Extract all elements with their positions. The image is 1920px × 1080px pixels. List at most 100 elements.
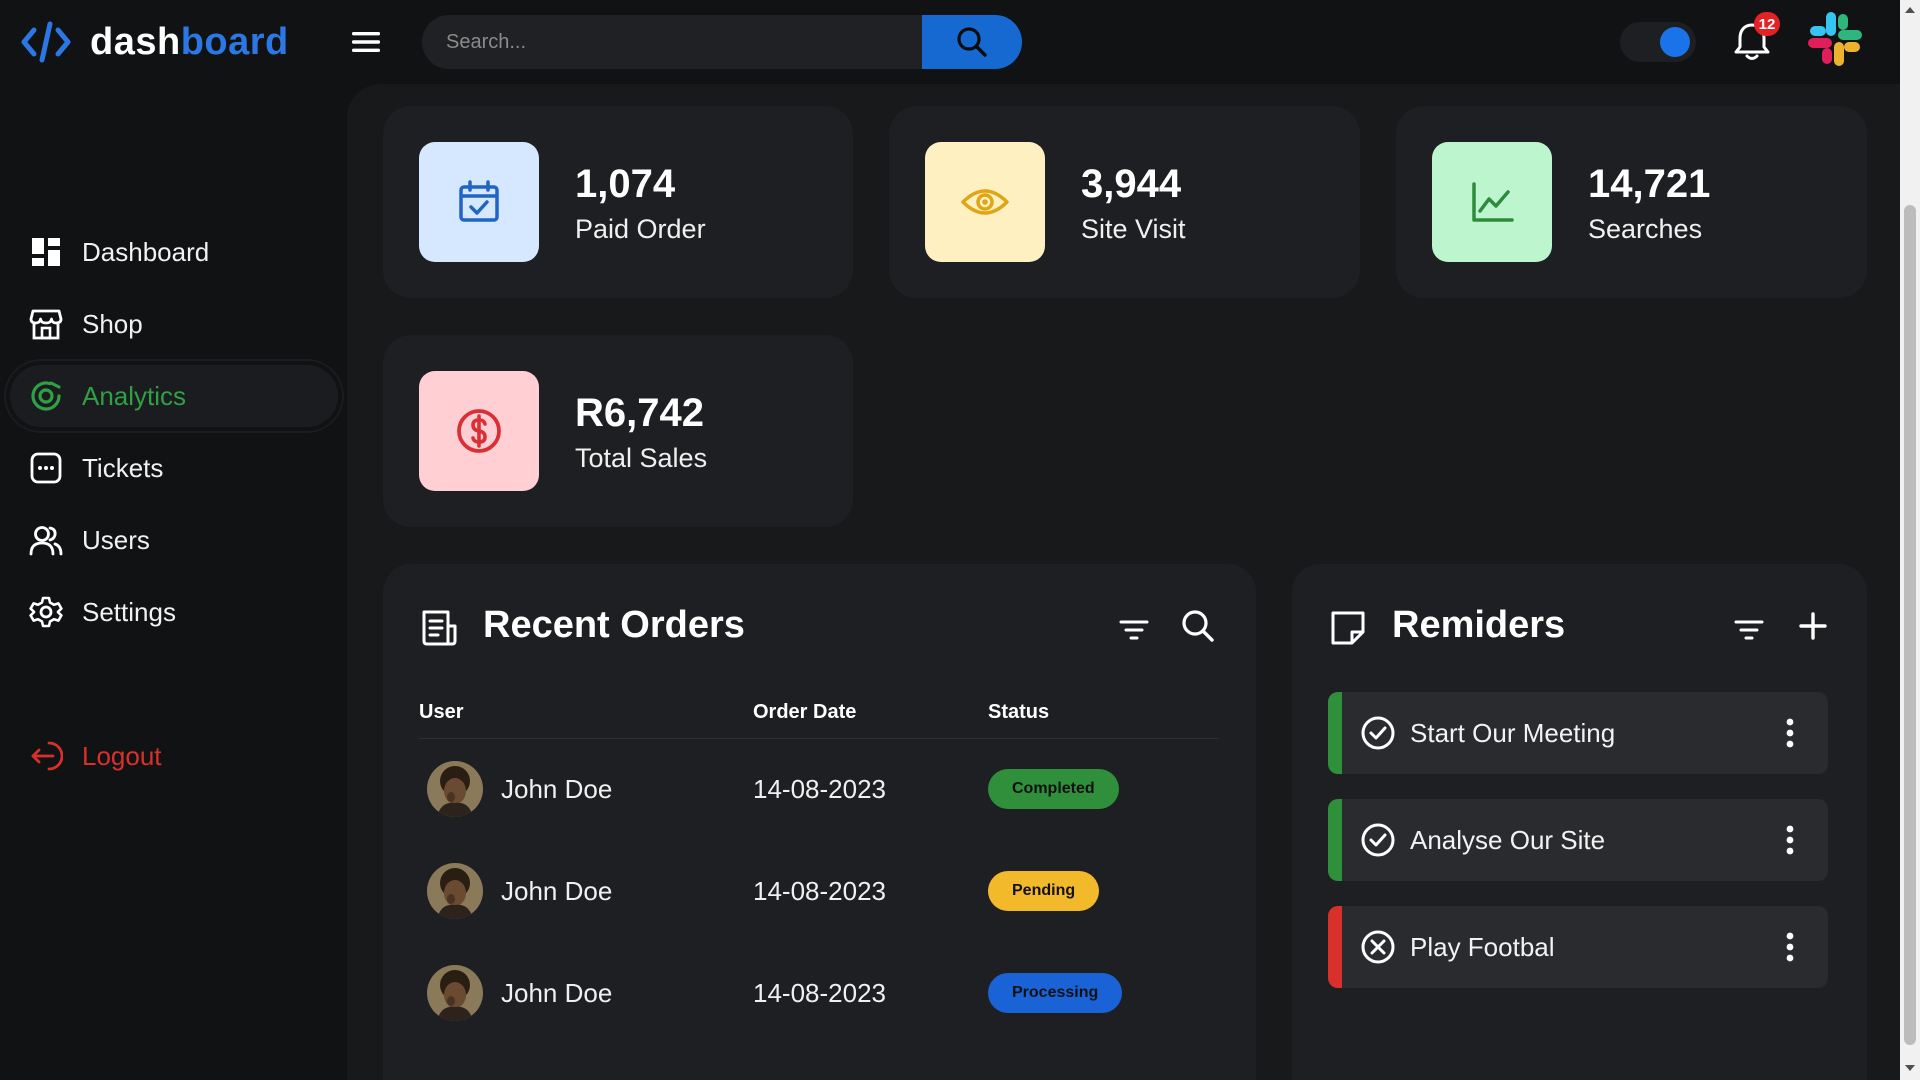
stat-value: 14,721 bbox=[1588, 162, 1711, 206]
stat-card-paid-order: 1,074 Paid Order bbox=[383, 106, 853, 298]
column-header-order-date: Order Date bbox=[753, 688, 988, 739]
orders-search-button[interactable] bbox=[1178, 606, 1218, 646]
table-row[interactable]: John Doe 14-08-2023 Processing bbox=[419, 942, 1219, 1044]
search-input[interactable] bbox=[422, 15, 922, 69]
brand-logo[interactable]: dashboard bbox=[20, 18, 289, 66]
notification-count-badge: 12 bbox=[1754, 12, 1780, 36]
analytics-icon bbox=[28, 378, 64, 414]
reminder-more-button[interactable] bbox=[1770, 713, 1810, 753]
status-badge: Completed bbox=[988, 769, 1119, 810]
order-date: 14-08-2023 bbox=[753, 773, 886, 804]
sidebar-item-analytics[interactable]: Analytics bbox=[10, 365, 338, 427]
top-bar: dashboard 12 bbox=[0, 0, 1900, 84]
reminder-text: Analyse Our Site bbox=[1410, 824, 1606, 855]
recent-orders-panel: Recent Orders User Order Date Status Joh… bbox=[383, 564, 1256, 1080]
user-name: John Doe bbox=[501, 773, 613, 804]
sidebar-item-label: Shop bbox=[82, 308, 143, 339]
calendar-check-icon bbox=[459, 180, 499, 222]
stat-value: 3,944 bbox=[1081, 162, 1182, 206]
check-circle-icon[interactable] bbox=[1360, 715, 1396, 751]
scroll-down-arrow-icon[interactable] bbox=[1904, 1062, 1916, 1074]
reminder-status-bar bbox=[1328, 692, 1342, 774]
shop-icon bbox=[28, 306, 64, 342]
scroll-up-arrow-icon[interactable] bbox=[1904, 4, 1916, 16]
sidebar-item-label: Settings bbox=[82, 596, 176, 627]
vertical-scrollbar[interactable] bbox=[1900, 0, 1920, 1080]
sticky-note-icon bbox=[1331, 611, 1365, 645]
sidebar-item-dashboard[interactable]: Dashboard bbox=[10, 221, 338, 283]
stat-label: Searches bbox=[1588, 214, 1703, 244]
more-vertical-icon bbox=[1786, 718, 1794, 748]
user-cell: John Doe bbox=[419, 761, 753, 818]
brand-name-part1: dash bbox=[90, 20, 181, 63]
table-row[interactable]: John Doe 14-08-2023 Completed bbox=[419, 738, 1219, 840]
theme-toggle[interactable] bbox=[1620, 22, 1696, 62]
sidebar-item-tickets[interactable]: Tickets bbox=[10, 437, 338, 499]
status-badge: Processing bbox=[988, 973, 1123, 1013]
toggle-knob bbox=[1660, 27, 1690, 57]
stat-tile bbox=[419, 142, 539, 262]
receipt-list-icon bbox=[422, 610, 457, 646]
reminders-title: Remiders bbox=[1392, 604, 1566, 646]
more-vertical-icon bbox=[1786, 932, 1794, 962]
ticket-chat-icon bbox=[28, 450, 64, 486]
search-icon bbox=[957, 27, 987, 57]
reminders-filter-button[interactable] bbox=[1729, 610, 1769, 650]
sidebar-item-label: Dashboard bbox=[82, 236, 210, 267]
orders-filter-button[interactable] bbox=[1114, 610, 1154, 650]
stat-value: 1,074 bbox=[575, 162, 676, 206]
logout-label: Logout bbox=[82, 740, 162, 771]
reminder-text: Play Footbal bbox=[1410, 931, 1555, 962]
slack-logo-icon[interactable] bbox=[1806, 10, 1864, 68]
add-reminder-button[interactable] bbox=[1793, 606, 1833, 646]
avatar bbox=[427, 863, 483, 919]
dashboard-grid-icon bbox=[28, 234, 64, 270]
x-circle-icon[interactable] bbox=[1360, 929, 1396, 965]
user-name: John Doe bbox=[501, 977, 613, 1008]
reminder-item[interactable]: Start Our Meeting bbox=[1328, 692, 1828, 774]
reminder-more-button[interactable] bbox=[1770, 927, 1810, 967]
stat-value: R6,742 bbox=[575, 391, 704, 435]
brand-name: dashboard bbox=[90, 21, 289, 64]
main-content: 1,074 Paid Order 3,944 Site Visit 14,721… bbox=[347, 84, 1900, 1080]
table-row[interactable]: John Doe 14-08-2023 Pending bbox=[419, 840, 1219, 942]
reminder-more-button[interactable] bbox=[1770, 820, 1810, 860]
user-name: John Doe bbox=[501, 875, 613, 906]
sidebar-item-label: Tickets bbox=[82, 452, 164, 483]
sidebar-item-shop[interactable]: Shop bbox=[10, 293, 338, 355]
order-date: 14-08-2023 bbox=[753, 977, 886, 1008]
stat-label: Site Visit bbox=[1081, 214, 1186, 244]
line-chart-icon bbox=[1472, 182, 1514, 222]
stat-tile bbox=[925, 142, 1045, 262]
search-button[interactable] bbox=[922, 15, 1022, 69]
logout-icon bbox=[28, 738, 64, 774]
sidebar-item-label: Analytics bbox=[82, 380, 187, 411]
sidebar-item-users[interactable]: Users bbox=[10, 509, 338, 571]
notifications-button[interactable]: 12 bbox=[1732, 12, 1780, 62]
stat-card-total-sales: R6,742 Total Sales bbox=[383, 335, 853, 527]
users-icon bbox=[28, 522, 64, 558]
reminder-text: Start Our Meeting bbox=[1410, 717, 1616, 748]
eye-icon bbox=[961, 189, 1009, 215]
plus-icon bbox=[1799, 612, 1827, 640]
order-date: 14-08-2023 bbox=[753, 875, 886, 906]
stat-card-searches: 14,721 Searches bbox=[1396, 106, 1867, 298]
filter-icon bbox=[1734, 620, 1764, 640]
reminder-item[interactable]: Analyse Our Site bbox=[1328, 799, 1828, 881]
stat-label: Total Sales bbox=[575, 443, 708, 473]
code-brackets-icon bbox=[21, 21, 71, 63]
sidebar-item-label: Users bbox=[82, 524, 150, 555]
reminders-panel: Remiders Start Our Meeting Analyse Our S… bbox=[1292, 564, 1867, 1080]
hamburger-menu-icon[interactable] bbox=[350, 26, 382, 58]
reminder-item[interactable]: Play Footbal bbox=[1328, 906, 1828, 988]
search-icon bbox=[1182, 610, 1214, 642]
brand-name-part2: board bbox=[180, 20, 289, 63]
table-header-row: User Order Date Status bbox=[419, 688, 1219, 739]
status-badge: Pending bbox=[988, 871, 1100, 911]
scrollbar-thumb[interactable] bbox=[1904, 205, 1916, 1045]
logout-button[interactable]: Logout bbox=[10, 725, 338, 787]
search-bar bbox=[422, 15, 1022, 69]
check-circle-icon[interactable] bbox=[1360, 822, 1396, 858]
sidebar-item-settings[interactable]: Settings bbox=[10, 581, 338, 643]
column-header-user: User bbox=[419, 688, 753, 739]
